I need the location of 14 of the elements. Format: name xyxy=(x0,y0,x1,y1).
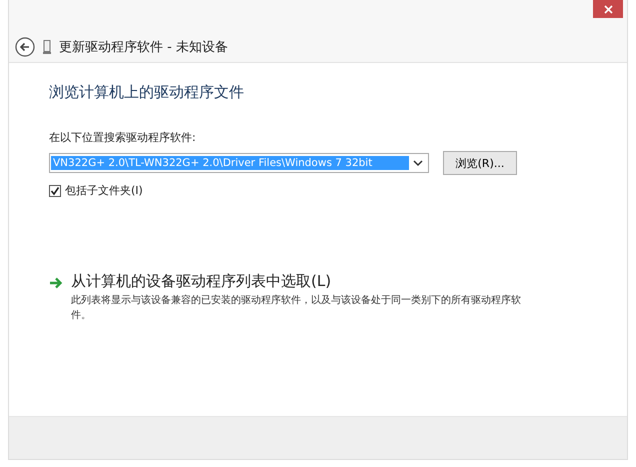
close-icon xyxy=(604,4,612,14)
page-heading: 浏览计算机上的驱动程序文件 xyxy=(49,83,245,102)
device-icon xyxy=(43,40,51,54)
location-label: 在以下位置搜索驱动程序软件: xyxy=(49,130,197,145)
arrow-icon xyxy=(49,277,63,289)
close-button[interactable] xyxy=(593,0,623,18)
window-title: 更新驱动程序软件 - 未知设备 xyxy=(59,39,228,56)
browse-button[interactable]: 浏览(R)... xyxy=(443,151,517,175)
pick-description: 此列表将显示与该设备兼容的已安装的驱动程序软件，以及与该设备处于同一类别下的所有驱动程序软件。 xyxy=(71,294,522,322)
back-button[interactable] xyxy=(15,37,35,57)
checkbox[interactable] xyxy=(49,184,61,196)
caret-icon xyxy=(413,159,423,167)
pick-from-list-link[interactable]: 从计算机的设备驱动程序列表中选取(L) xyxy=(71,272,531,291)
checkbox-label: 包括子文件夹(I) xyxy=(65,183,143,198)
